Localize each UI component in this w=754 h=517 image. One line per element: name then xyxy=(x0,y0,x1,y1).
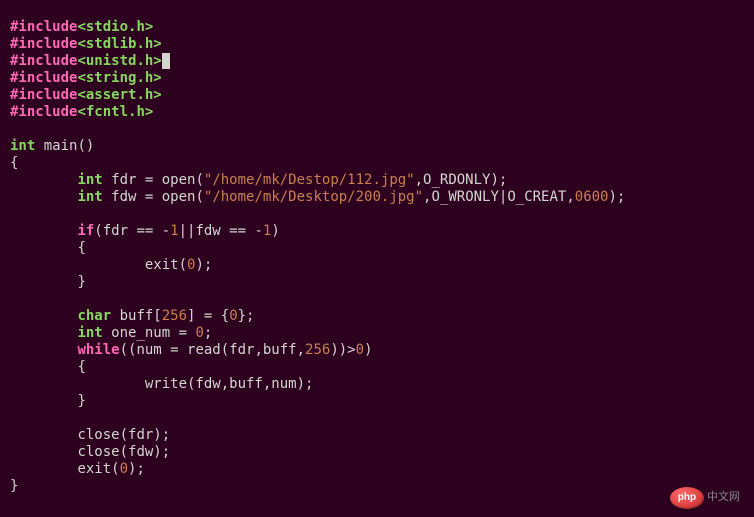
number-literal: 256 xyxy=(305,342,330,358)
main-func: main() xyxy=(44,138,95,154)
watermark-badge: php 中文网 xyxy=(670,487,740,509)
code-text: buff[ xyxy=(111,308,162,324)
number-literal: 256 xyxy=(162,308,187,324)
code-text: }; xyxy=(238,308,255,324)
close-call: close(fdr); xyxy=(77,427,170,443)
number-literal: 1 xyxy=(170,223,178,239)
include-header: <unistd.h> xyxy=(77,53,161,69)
brace: } xyxy=(77,274,85,290)
include-kw: #include xyxy=(10,70,77,86)
exit-call: exit( xyxy=(145,257,187,273)
while-kw: while xyxy=(77,342,119,358)
type-kw: int xyxy=(77,325,102,341)
text-cursor xyxy=(162,53,170,69)
code-text: ,O_WRONLY|O_CREAT, xyxy=(423,189,575,205)
code-text: one_num = xyxy=(103,325,196,341)
code-editor: #include<stdio.h> #include<stdlib.h> #in… xyxy=(0,0,754,517)
include-kw: #include xyxy=(10,104,77,120)
type-kw: char xyxy=(77,308,111,324)
if-kw: if xyxy=(77,223,94,239)
code-text: ) xyxy=(271,223,279,239)
brace: { xyxy=(77,240,85,256)
code-text: ); xyxy=(195,257,212,273)
brace: { xyxy=(77,359,85,375)
close-call: close(fdw); xyxy=(77,444,170,460)
write-call: write(fdw,buff,num); xyxy=(145,376,314,392)
code-text: (fdr == - xyxy=(94,223,170,239)
code-text: ] = { xyxy=(187,308,229,324)
code-text: fdr = open( xyxy=(103,172,204,188)
code-text: ); xyxy=(608,189,625,205)
brace: } xyxy=(10,478,18,494)
code-text: ||fdw == - xyxy=(179,223,263,239)
code-text: fdw = open( xyxy=(103,189,204,205)
string-literal: "/home/mk/Desktop/200.jpg" xyxy=(204,189,423,205)
php-logo-icon: php xyxy=(670,487,704,509)
watermark-text: 中文网 xyxy=(707,491,740,503)
code-text: ) xyxy=(364,342,372,358)
exit-call: exit( xyxy=(77,461,119,477)
type-kw: int xyxy=(10,138,35,154)
code-text: ,O_RDONLY); xyxy=(415,172,508,188)
include-kw: #include xyxy=(10,87,77,103)
number-literal: 0600 xyxy=(575,189,609,205)
code-text: ))> xyxy=(330,342,355,358)
include-header: <string.h> xyxy=(77,70,161,86)
number-literal: 0 xyxy=(195,325,203,341)
brace: } xyxy=(77,393,85,409)
code-text: ); xyxy=(128,461,145,477)
include-header: <assert.h> xyxy=(77,87,161,103)
number-literal: 0 xyxy=(356,342,364,358)
number-literal: 0 xyxy=(229,308,237,324)
type-kw: int xyxy=(77,189,102,205)
type-kw: int xyxy=(77,172,102,188)
code-text: ((num = read(fdr,buff, xyxy=(120,342,305,358)
include-header: <stdio.h> xyxy=(77,19,153,35)
include-header: <fcntl.h> xyxy=(77,104,153,120)
number-literal: 0 xyxy=(120,461,128,477)
include-kw: #include xyxy=(10,53,77,69)
include-kw: #include xyxy=(10,36,77,52)
code-text: ; xyxy=(204,325,212,341)
include-kw: #include xyxy=(10,19,77,35)
brace: { xyxy=(10,155,18,171)
string-literal: "/home/mk/Destop/112.jpg" xyxy=(204,172,415,188)
include-header: <stdlib.h> xyxy=(77,36,161,52)
